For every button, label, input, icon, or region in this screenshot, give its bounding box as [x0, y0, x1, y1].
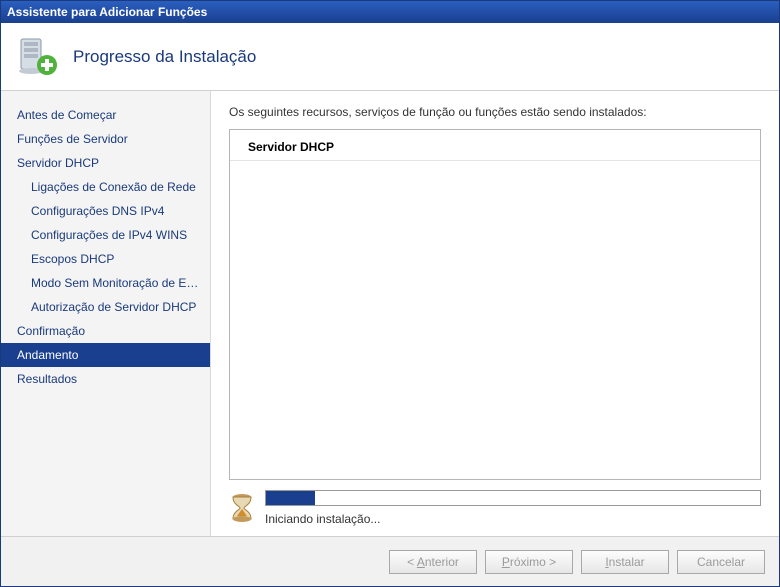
sidebar-item[interactable]: Ligações de Conexão de Rede — [1, 175, 210, 199]
sidebar-item[interactable]: Antes de Começar — [1, 103, 210, 127]
sidebar-item[interactable]: Modo Sem Monitoração de Est... — [1, 271, 210, 295]
wizard-window: Assistente para Adicionar Funções Progre… — [0, 0, 780, 587]
sidebar-item[interactable]: Servidor DHCP — [1, 151, 210, 175]
install-button[interactable]: Instalar — [581, 550, 669, 574]
server-add-icon — [15, 35, 59, 79]
cancel-button[interactable]: Cancelar — [677, 550, 765, 574]
install-list: Servidor DHCP — [229, 129, 761, 480]
sidebar-item[interactable]: Escopos DHCP — [1, 247, 210, 271]
progress-label: Iniciando instalação... — [265, 512, 761, 526]
body: Antes de ComeçarFunções de ServidorServi… — [1, 91, 779, 536]
intro-text: Os seguintes recursos, serviços de funçã… — [229, 105, 761, 119]
sidebar: Antes de ComeçarFunções de ServidorServi… — [1, 91, 211, 536]
titlebar: Assistente para Adicionar Funções — [1, 1, 779, 23]
sidebar-item[interactable]: Andamento — [1, 343, 210, 367]
footer: < Anterior Próximo > Instalar Cancelar — [1, 536, 779, 586]
main-panel: Os seguintes recursos, serviços de funçã… — [211, 91, 779, 536]
sidebar-item[interactable]: Configurações de IPv4 WINS — [1, 223, 210, 247]
progress-area: Iniciando instalação... — [265, 490, 761, 526]
progress-fill — [266, 491, 315, 505]
sidebar-item[interactable]: Resultados — [1, 367, 210, 391]
hourglass-icon — [229, 493, 255, 523]
sidebar-item[interactable]: Confirmação — [1, 319, 210, 343]
back-button[interactable]: < Anterior — [389, 550, 477, 574]
next-button[interactable]: Próximo > — [485, 550, 573, 574]
progress-bar — [265, 490, 761, 506]
sidebar-item[interactable]: Autorização de Servidor DHCP — [1, 295, 210, 319]
window-title: Assistente para Adicionar Funções — [7, 5, 207, 19]
sidebar-item[interactable]: Funções de Servidor — [1, 127, 210, 151]
progress-row: Iniciando instalação... — [229, 490, 761, 526]
header: Progresso da Instalação — [1, 23, 779, 91]
list-item: Servidor DHCP — [230, 136, 760, 161]
sidebar-item[interactable]: Configurações DNS IPv4 — [1, 199, 210, 223]
page-title: Progresso da Instalação — [73, 47, 256, 67]
